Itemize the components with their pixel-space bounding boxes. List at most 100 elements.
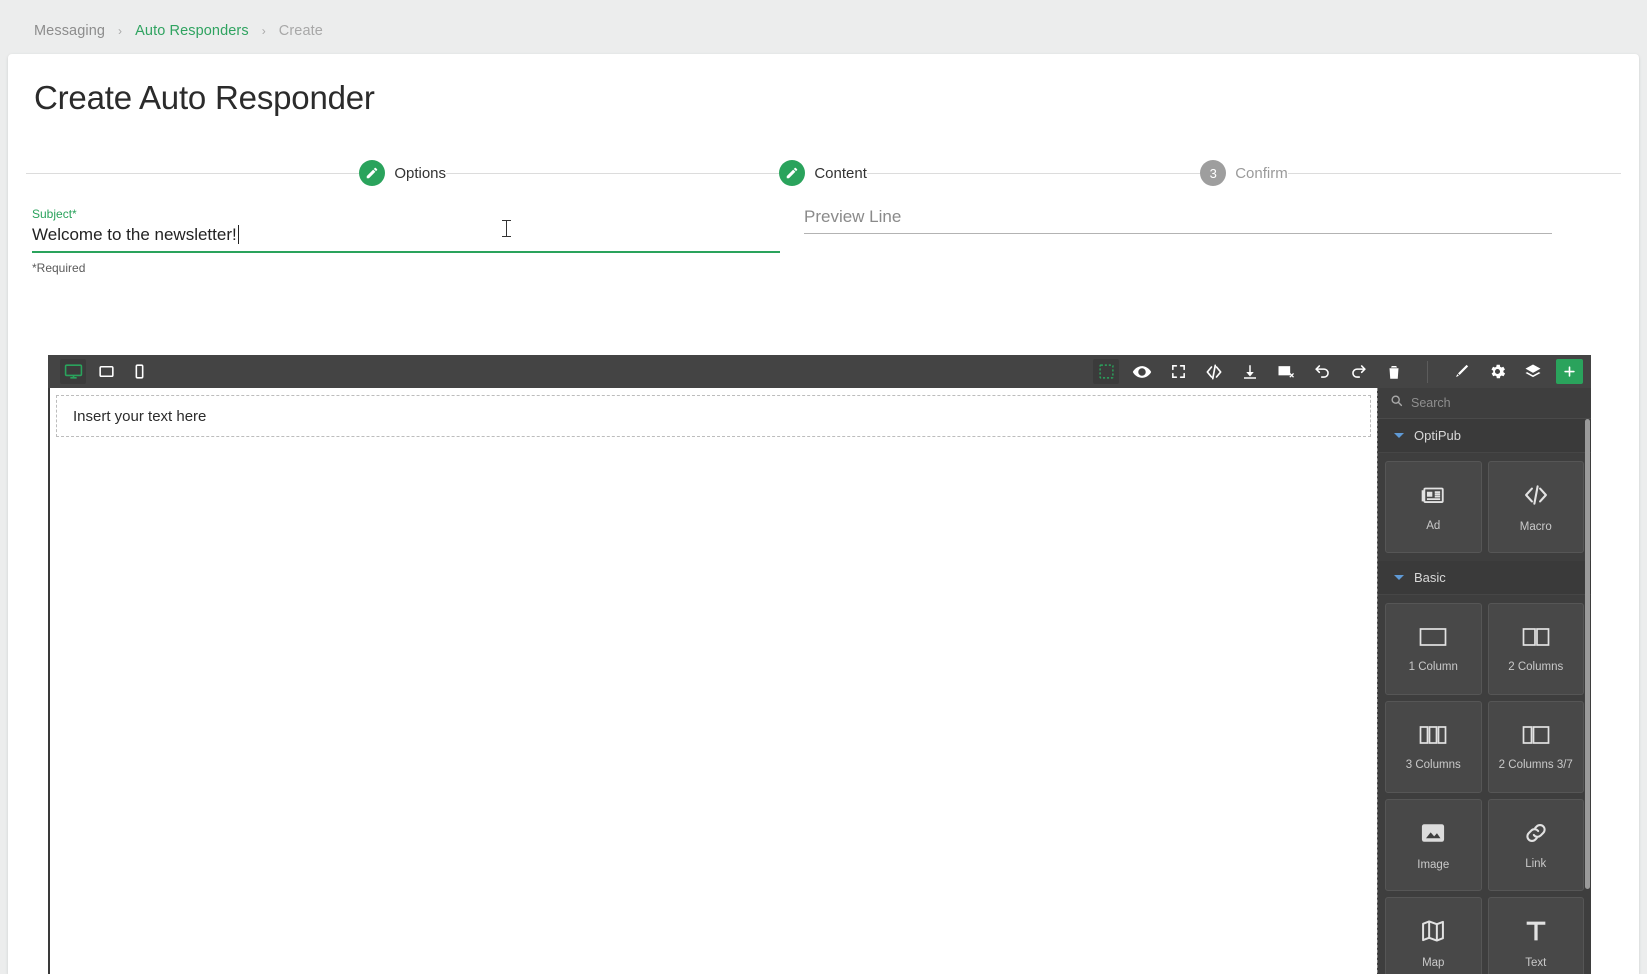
block-tile-map[interactable]: Map bbox=[1385, 897, 1482, 974]
required-note: *Required bbox=[32, 261, 86, 275]
block-tile-label: 2 Columns 3/7 bbox=[1498, 759, 1573, 771]
stepper-label-options: Options bbox=[394, 164, 447, 182]
block-panel-scrollbar[interactable] bbox=[1585, 419, 1590, 889]
map-icon bbox=[1419, 917, 1447, 945]
editor-canvas[interactable]: Insert your text here bbox=[48, 388, 1377, 974]
subject-label: Subject* bbox=[32, 207, 77, 221]
stepper-edit-icon bbox=[359, 160, 386, 186]
block-section-title: OptiPub bbox=[1414, 428, 1461, 443]
preview-line-input[interactable]: Preview Line bbox=[804, 207, 1552, 233]
preview-line-underline bbox=[804, 233, 1552, 234]
block-tile-label: Image bbox=[1417, 859, 1450, 871]
layers-icon[interactable] bbox=[1520, 359, 1546, 384]
subject-input[interactable]: Welcome to the newsletter! bbox=[32, 225, 780, 251]
block-tile-label: Map bbox=[1422, 957, 1445, 969]
delete-icon[interactable] bbox=[1381, 359, 1407, 384]
block-section-header-basic[interactable]: Basic bbox=[1378, 561, 1591, 595]
block-tile-link[interactable]: Link bbox=[1487, 799, 1584, 891]
stepper-line bbox=[1287, 172, 1622, 174]
style-brush-icon[interactable] bbox=[1448, 359, 1474, 384]
stepper-label-confirm: Confirm bbox=[1235, 164, 1288, 182]
stepper-label-content: Content bbox=[814, 164, 867, 182]
subject-field-group: Subject* Welcome to the newsletter! bbox=[32, 207, 780, 253]
block-tile-image[interactable]: Image bbox=[1385, 799, 1482, 891]
settings-gear-icon[interactable] bbox=[1484, 359, 1510, 384]
device-preview-group bbox=[60, 359, 152, 384]
page-title: Create Auto Responder bbox=[34, 79, 375, 116]
clear-image-icon[interactable] bbox=[1273, 359, 1299, 384]
code-macro-icon bbox=[1522, 481, 1550, 509]
editor-toolbar bbox=[48, 355, 1591, 388]
breadcrumb: Messaging › Auto Responders › Create bbox=[0, 0, 1647, 62]
code-view-icon[interactable] bbox=[1201, 359, 1227, 384]
undo-icon[interactable] bbox=[1309, 359, 1335, 384]
block-tile-label: 1 Column bbox=[1408, 661, 1458, 673]
fullscreen-icon[interactable] bbox=[1165, 359, 1191, 384]
stepper-line bbox=[446, 172, 780, 174]
search-icon bbox=[1390, 394, 1403, 412]
subject-input-value: Welcome to the newsletter! bbox=[32, 225, 237, 244]
wizard-stepper: Options Content 3 Confirm bbox=[8, 145, 1639, 201]
block-section-header-optipub[interactable]: OptiPub bbox=[1378, 419, 1591, 453]
block-tile-3-columns[interactable]: 3 Columns bbox=[1385, 701, 1482, 793]
subject-underline-focused bbox=[32, 251, 780, 253]
block-tile-label: Ad bbox=[1426, 520, 1441, 532]
desktop-view-icon[interactable] bbox=[60, 359, 86, 384]
one-column-icon bbox=[1418, 625, 1448, 649]
stepper-step-options[interactable]: Options bbox=[359, 160, 446, 186]
editor-actions-group bbox=[1093, 359, 1583, 384]
preview-line-field-group: Preview Line bbox=[804, 207, 1552, 253]
redo-icon[interactable] bbox=[1345, 359, 1371, 384]
block-tile-text[interactable]: Text bbox=[1487, 897, 1584, 974]
block-tile-label: 2 Columns bbox=[1508, 661, 1564, 673]
preview-eye-icon[interactable] bbox=[1129, 359, 1155, 384]
link-icon bbox=[1523, 820, 1549, 846]
stepper-step-confirm[interactable]: 3 Confirm bbox=[1200, 160, 1288, 186]
text-caret bbox=[237, 225, 239, 244]
breadcrumb-separator: › bbox=[261, 24, 266, 38]
block-section-title: Basic bbox=[1414, 570, 1446, 585]
form-fields: Subject* Welcome to the newsletter! Prev… bbox=[8, 201, 1639, 253]
stepper-edit-icon bbox=[779, 160, 806, 186]
toolbar-divider bbox=[1427, 360, 1428, 383]
stepper-line bbox=[866, 172, 1201, 174]
breadcrumb-item-auto-responders[interactable]: Auto Responders bbox=[135, 23, 249, 39]
block-tile-ad[interactable]: Ad bbox=[1385, 461, 1482, 553]
breadcrumb-item-messaging[interactable]: Messaging bbox=[34, 23, 105, 39]
page-card: Create Auto Responder Options Content 3 … bbox=[8, 54, 1639, 974]
breadcrumb-separator: › bbox=[118, 24, 123, 38]
block-tile-2-columns[interactable]: 2 Columns bbox=[1487, 603, 1584, 695]
mobile-view-icon[interactable] bbox=[126, 359, 152, 384]
block-panel: Search OptiPub Ad Macro Basic 1 Column 2… bbox=[1377, 388, 1591, 974]
block-panel-scroll-area[interactable]: OptiPub Ad Macro Basic 1 Column 2 Column… bbox=[1378, 419, 1591, 974]
block-tile-label: 3 Columns bbox=[1405, 759, 1461, 771]
block-grid-optipub: Ad Macro bbox=[1378, 453, 1591, 561]
newspaper-ad-icon bbox=[1420, 482, 1446, 508]
two-columns-37-icon bbox=[1521, 723, 1551, 747]
block-tile-label: Text bbox=[1525, 957, 1547, 969]
block-tile-2-columns-3-7[interactable]: 2 Columns 3/7 bbox=[1487, 701, 1584, 793]
tablet-view-icon[interactable] bbox=[93, 359, 119, 384]
editor-body: Insert your text here Search OptiPub Ad … bbox=[48, 388, 1591, 974]
block-tile-1-column[interactable]: 1 Column bbox=[1385, 603, 1482, 695]
three-columns-icon bbox=[1418, 723, 1448, 747]
stepper-line bbox=[26, 172, 360, 174]
stepper-number-badge: 3 bbox=[1200, 160, 1227, 186]
select-blocks-icon[interactable] bbox=[1093, 359, 1119, 384]
block-tile-label: Link bbox=[1525, 858, 1547, 870]
text-icon bbox=[1522, 917, 1550, 945]
image-icon bbox=[1419, 819, 1447, 847]
block-search-placeholder: Search bbox=[1411, 396, 1451, 410]
stepper-step-content[interactable]: Content bbox=[779, 160, 867, 186]
two-columns-icon bbox=[1521, 625, 1551, 649]
email-editor: Insert your text here Search OptiPub Ad … bbox=[48, 355, 1591, 974]
canvas-text-placeholder[interactable]: Insert your text here bbox=[56, 395, 1371, 437]
chevron-down-icon bbox=[1394, 575, 1404, 580]
block-tile-macro[interactable]: Macro bbox=[1487, 461, 1584, 553]
chevron-down-icon bbox=[1394, 433, 1404, 438]
add-blocks-icon[interactable] bbox=[1556, 359, 1583, 384]
block-tile-label: Macro bbox=[1519, 521, 1552, 533]
download-icon[interactable] bbox=[1237, 359, 1263, 384]
block-grid-basic: 1 Column 2 Columns 3 Columns 2 Columns 3… bbox=[1378, 595, 1591, 974]
block-search-field[interactable]: Search bbox=[1378, 388, 1591, 419]
